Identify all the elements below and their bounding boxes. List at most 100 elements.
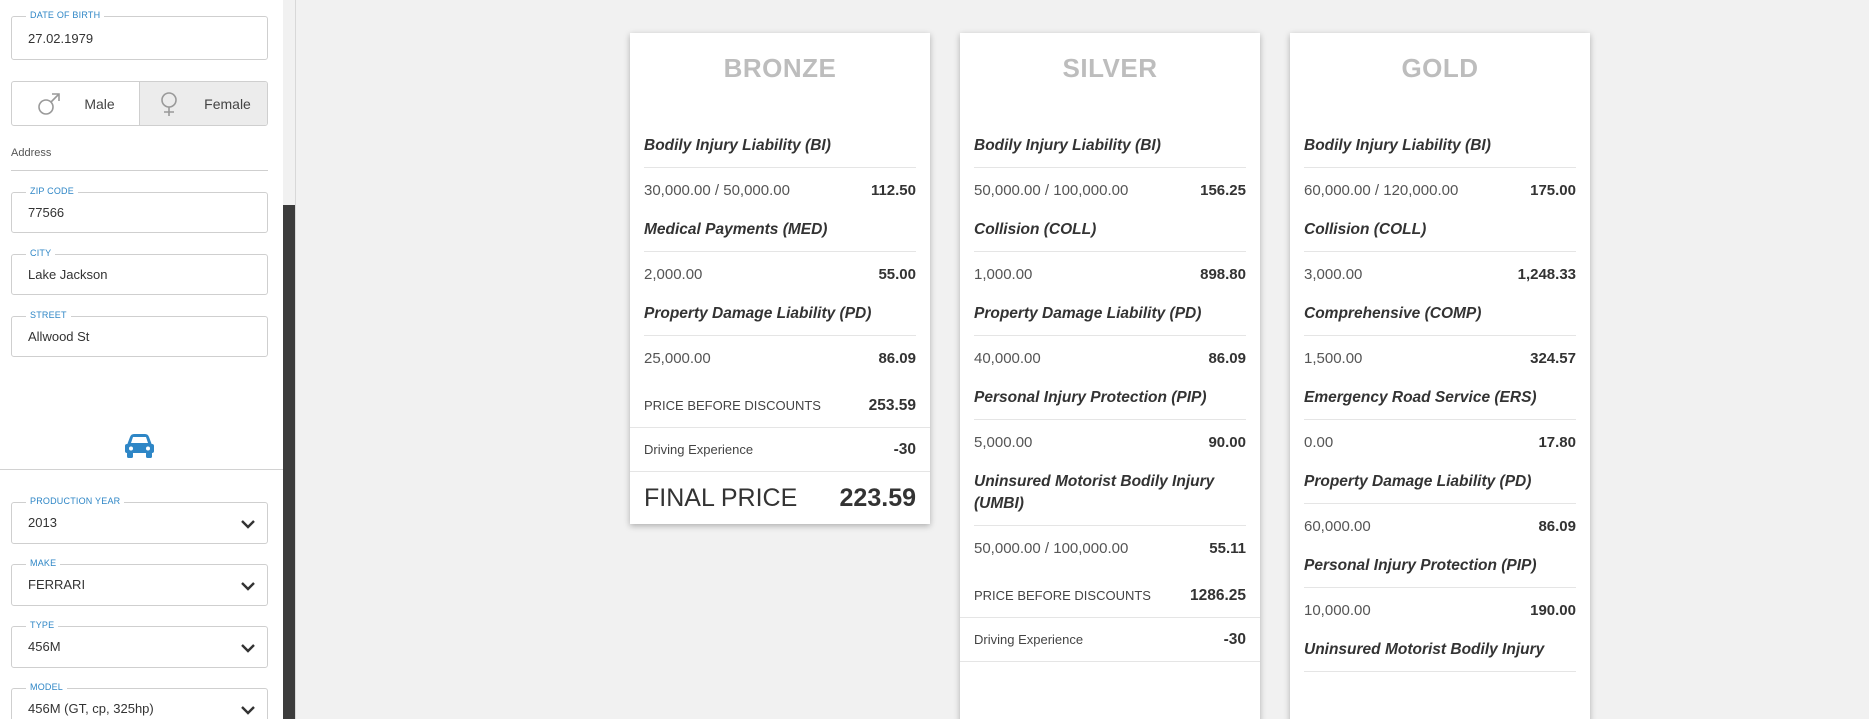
date-of-birth-field[interactable]: DATE OF BIRTH 27.02.1979	[11, 10, 268, 60]
type-select[interactable]: TYPE 456M	[11, 620, 268, 668]
discount-value: -30	[893, 440, 916, 458]
city-value[interactable]: Lake Jackson	[28, 267, 108, 282]
coverage-item: Uninsured Motorist Bodily Injury (UMBI) …	[974, 471, 1246, 570]
coverage-price: 90.00	[1208, 433, 1246, 451]
price-before-discounts-row: PRICE BEFORE DISCOUNTS 253.59	[630, 384, 930, 428]
coverage-item: Property Damage Liability (PD) 40,000.00…	[974, 303, 1246, 380]
coverage-limit: 30,000.00 / 50,000.00	[644, 181, 790, 199]
chevron-down-icon[interactable]	[239, 701, 257, 719]
address-section-label: Address	[11, 147, 52, 159]
final-price-value: 223.59	[839, 483, 916, 512]
discount-label: Driving Experience	[974, 632, 1084, 647]
coverage-name: Personal Injury Protection (PIP)	[1304, 555, 1576, 588]
coverage-item: Medical Payments (MED) 2,000.00 55.00	[644, 219, 916, 296]
plan-card-silver[interactable]: SILVER Bodily Injury Liability (BI) 50,0…	[960, 33, 1260, 719]
zip-code-field[interactable]: ZIP CODE 77566	[11, 186, 268, 233]
coverage-limit: 1,000.00	[974, 265, 1033, 283]
plan-title: GOLD	[1401, 53, 1479, 83]
coverage-price: 898.80	[1200, 265, 1246, 283]
chevron-down-icon[interactable]	[239, 577, 257, 595]
coverage-name: Property Damage Liability (PD)	[1304, 471, 1576, 504]
coverage-name: Emergency Road Service (ERS)	[1304, 387, 1576, 420]
production-year-label: PRODUCTION YEAR	[26, 496, 125, 506]
model-select[interactable]: MODEL 456M (GT, cp, 325hp)	[11, 682, 268, 719]
coverage-price: 190.00	[1530, 601, 1576, 619]
gender-toggle: Male Female	[11, 81, 268, 126]
plan-title: SILVER	[1062, 53, 1158, 83]
male-icon	[38, 92, 61, 115]
coverage-name: Bodily Injury Liability (BI)	[1304, 135, 1576, 168]
coverage-price: 112.50	[870, 181, 916, 199]
coverage-item: Collision (COLL) 3,000.00 1,248.33	[1304, 219, 1576, 296]
coverage-name: Personal Injury Protection (PIP)	[974, 387, 1246, 420]
price-before-discounts-value: 1286.25	[1189, 586, 1246, 604]
coverage-name: Medical Payments (MED)	[644, 219, 916, 252]
gender-male-option[interactable]: Male	[12, 82, 139, 125]
final-price-row: FINAL PRICE 223.59	[630, 472, 930, 524]
make-label: MAKE	[26, 558, 61, 568]
city-field[interactable]: CITY Lake Jackson	[11, 248, 268, 295]
coverage-item: Property Damage Liability (PD) 25,000.00…	[644, 303, 916, 380]
gender-female-option[interactable]: Female	[139, 82, 267, 125]
model-label: MODEL	[26, 682, 68, 692]
model-value: 456M (GT, cp, 325hp)	[28, 701, 154, 716]
female-icon	[161, 91, 177, 116]
discount-row: Driving Experience -30	[960, 618, 1260, 662]
zip-code-value[interactable]: 77566	[28, 205, 64, 220]
chevron-down-icon[interactable]	[239, 639, 257, 657]
vehicle-divider	[0, 469, 283, 470]
coverage-price: 17.80	[1538, 433, 1576, 451]
coverage-limit: 1,500.00	[1304, 349, 1363, 367]
coverage-price: 1,248.33	[1517, 265, 1576, 283]
coverage-item: Bodily Injury Liability (BI) 60,000.00 /…	[1304, 135, 1576, 212]
coverage-limit: 25,000.00	[644, 349, 711, 367]
coverage-item: Personal Injury Protection (PIP) 10,000.…	[1304, 555, 1576, 632]
coverage-limit: 3,000.00	[1304, 265, 1363, 283]
coverage-price: 86.09	[878, 349, 916, 367]
coverage-price: 55.00	[878, 265, 916, 283]
coverage-item: Comprehensive (COMP) 1,500.00 324.57	[1304, 303, 1576, 380]
street-field[interactable]: STREET Allwood St	[11, 310, 268, 357]
coverage-limit: 50,000.00 / 100,000.00	[974, 181, 1129, 199]
price-before-discounts-label: PRICE BEFORE DISCOUNTS	[644, 398, 821, 413]
address-divider	[11, 170, 268, 171]
date-of-birth-label: DATE OF BIRTH	[26, 10, 105, 20]
coverage-name: Property Damage Liability (PD)	[644, 303, 916, 336]
make-value: FERRARI	[28, 577, 86, 592]
make-select[interactable]: MAKE FERRARI	[11, 558, 268, 606]
sidebar: DATE OF BIRTH 27.02.1979 Male Female Add…	[0, 0, 283, 719]
coverage-limit: 60,000.00	[1304, 517, 1371, 535]
street-label: STREET	[26, 310, 71, 320]
production-year-select[interactable]: PRODUCTION YEAR 2013	[11, 496, 268, 544]
coverage-limit: 10,000.00	[1304, 601, 1371, 619]
discount-row: Driving Experience -30	[630, 428, 930, 472]
coverage-limit: 60,000.00 / 120,000.00	[1304, 181, 1459, 199]
coverage-item: Property Damage Liability (PD) 60,000.00…	[1304, 471, 1576, 548]
coverage-price: 175.00	[1530, 181, 1576, 199]
coverage-limit: 5,000.00	[974, 433, 1033, 451]
coverage-item: Uninsured Motorist Bodily Injury	[1304, 639, 1576, 672]
coverage-name: Comprehensive (COMP)	[1304, 303, 1576, 336]
price-before-discounts-row: PRICE BEFORE DISCOUNTS 1286.25	[960, 574, 1260, 618]
coverage-item: Bodily Injury Liability (BI) 30,000.00 /…	[644, 135, 916, 212]
coverage-name: Collision (COLL)	[974, 219, 1246, 252]
coverage-item: Emergency Road Service (ERS) 0.00 17.80	[1304, 387, 1576, 464]
coverage-price: 86.09	[1208, 349, 1246, 367]
price-before-discounts-label: PRICE BEFORE DISCOUNTS	[974, 588, 1151, 603]
plan-card-gold[interactable]: GOLD Bodily Injury Liability (BI) 60,000…	[1290, 33, 1590, 719]
chevron-down-icon[interactable]	[239, 515, 257, 533]
discount-label: Driving Experience	[644, 442, 754, 457]
coverage-price: 324.57	[1530, 349, 1576, 367]
coverage-name: Bodily Injury Liability (BI)	[974, 135, 1246, 168]
date-of-birth-value[interactable]: 27.02.1979	[28, 31, 93, 46]
street-value[interactable]: Allwood St	[28, 329, 89, 344]
main-divider	[295, 0, 296, 719]
zip-code-label: ZIP CODE	[26, 186, 78, 196]
sidebar-scrollbar-thumb[interactable]	[283, 205, 295, 719]
coverage-price: 156.25	[1200, 181, 1246, 199]
final-price-label: FINAL PRICE	[644, 483, 798, 512]
coverage-name: Bodily Injury Liability (BI)	[644, 135, 916, 168]
type-value: 456M	[28, 639, 61, 654]
plan-card-bronze[interactable]: BRONZE Bodily Injury Liability (BI) 30,0…	[630, 33, 930, 524]
coverage-item: Personal Injury Protection (PIP) 5,000.0…	[974, 387, 1246, 464]
